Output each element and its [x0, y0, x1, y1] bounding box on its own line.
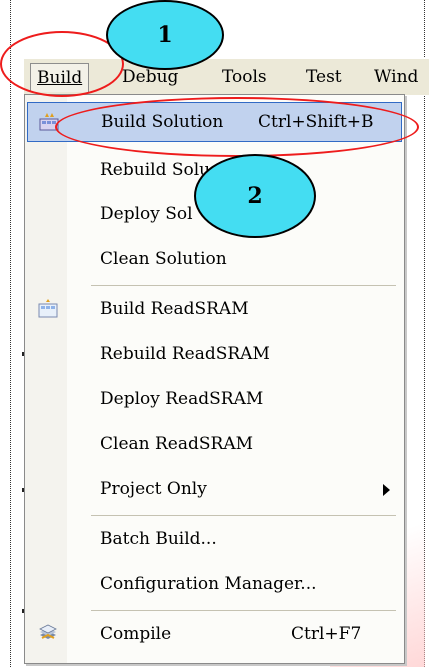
menu-item-compile[interactable]: Compile Ctrl+F7 — [27, 615, 402, 655]
callout-step-2: 2 — [194, 154, 316, 238]
menu-debug-label: Debug — [122, 67, 179, 87]
highlight-oval-build-solution — [55, 97, 419, 157]
menu-item-label: Deploy Sol — [100, 204, 193, 224]
callout-step-1: 1 — [106, 0, 224, 70]
menu-item-label: Deploy ReadSRAM — [100, 389, 264, 409]
menu-item-label: Build ReadSRAM — [100, 299, 249, 319]
menu-test[interactable]: Test — [300, 63, 348, 91]
menu-item-label: Batch Build... — [100, 529, 217, 549]
menu-item-rebuild-project[interactable]: Rebuild ReadSRAM — [27, 335, 402, 375]
menu-tools[interactable]: Tools — [216, 63, 273, 91]
submenu-arrow-icon — [383, 484, 390, 496]
menu-item-project-only[interactable]: Project Only — [27, 470, 402, 510]
menu-item-label: Clean Solution — [100, 249, 227, 269]
menu-tools-label: Tools — [222, 67, 267, 87]
menu-item-label: Compile — [100, 624, 172, 644]
menu-item-shortcut: Ctrl+F7 — [291, 624, 362, 644]
menu-window-label: Wind — [374, 67, 419, 87]
menu-item-deploy-project[interactable]: Deploy ReadSRAM — [27, 380, 402, 420]
menu-window[interactable]: Wind — [368, 63, 424, 91]
menu-separator — [91, 610, 396, 611]
menu-item-clean-solution[interactable]: Clean Solution — [27, 240, 402, 280]
menu-test-label: Test — [306, 67, 342, 87]
menu-item-label: Rebuild Solu — [100, 160, 211, 180]
menu-item-clean-project[interactable]: Clean ReadSRAM — [27, 425, 402, 465]
menu-item-label: Project Only — [100, 479, 207, 499]
menu-item-label: Rebuild ReadSRAM — [100, 344, 270, 364]
callout-number: 1 — [157, 22, 173, 48]
menu-item-batch-build[interactable]: Batch Build... — [27, 520, 402, 560]
highlight-oval-build-menu — [0, 31, 124, 97]
menu-item-label: Configuration Manager... — [100, 574, 317, 594]
menu-separator — [91, 515, 396, 516]
menu-item-configuration-manager[interactable]: Configuration Manager... — [27, 565, 402, 605]
left-border-line — [10, 0, 11, 667]
menu-item-build-project[interactable]: Build ReadSRAM — [27, 290, 402, 330]
build-project-icon — [38, 299, 58, 318]
menu-separator — [91, 285, 396, 286]
menu-item-label: Clean ReadSRAM — [100, 434, 253, 454]
compile-icon — [39, 624, 57, 639]
callout-number: 2 — [247, 183, 263, 209]
